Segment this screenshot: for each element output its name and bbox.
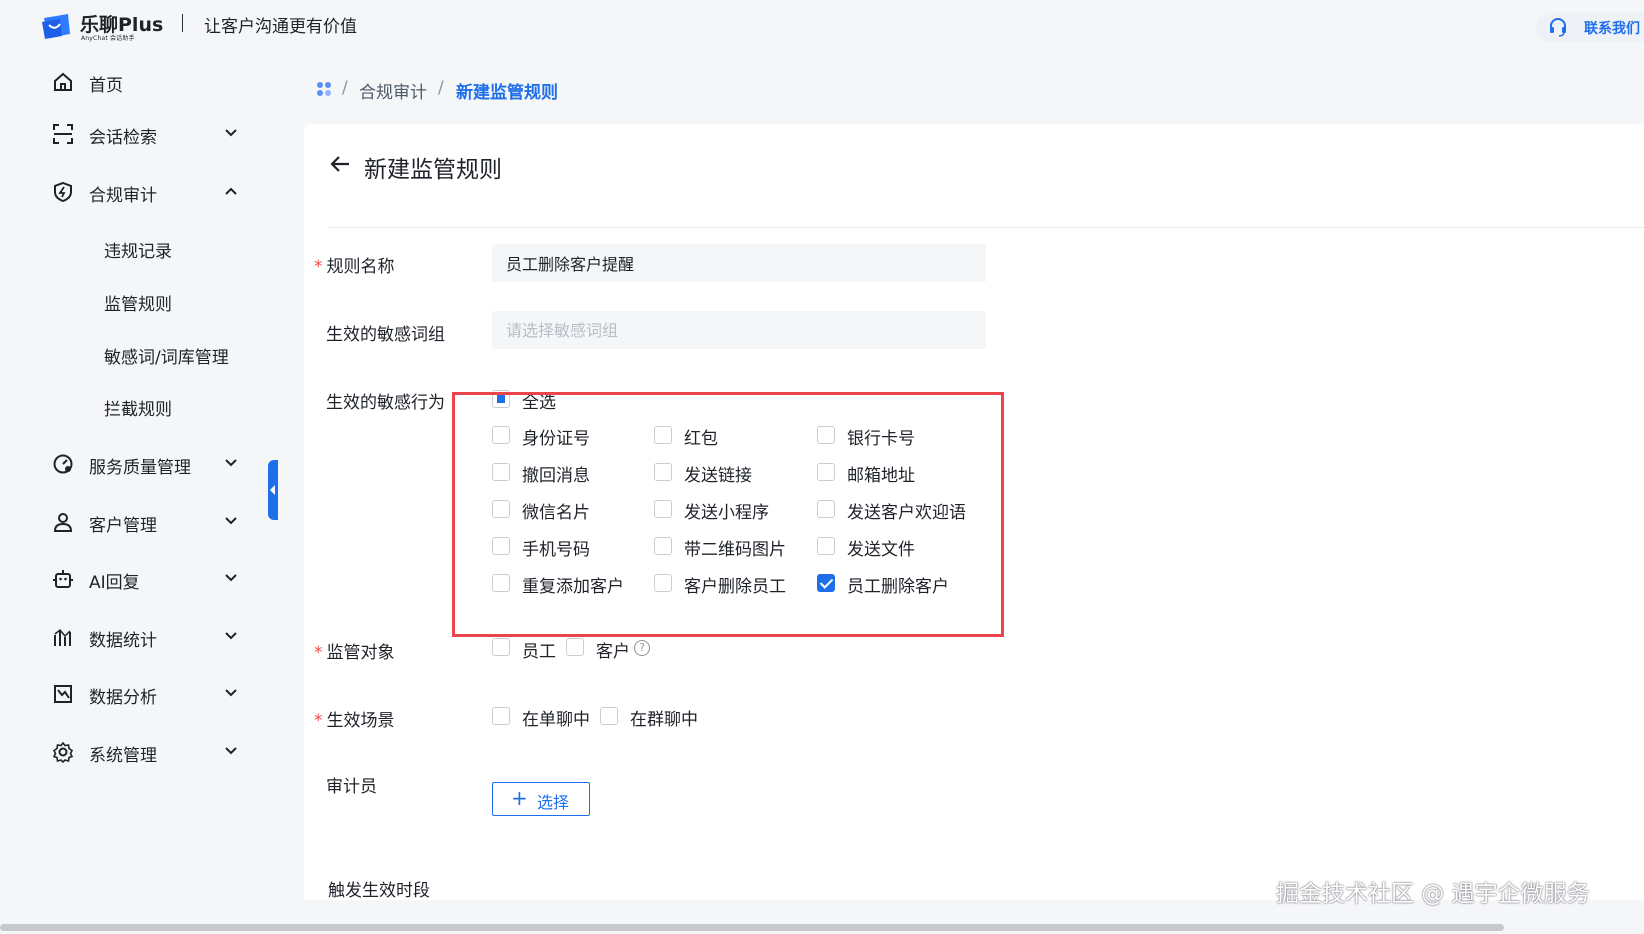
form-card: 新建监管规则 *规则名称 生效的敏感词组 生效的敏感行为 全选 身份证号 红包 …	[304, 124, 1644, 900]
slogan: 让客户沟通更有价值	[204, 17, 357, 37]
back-arrow-icon[interactable]	[328, 152, 352, 176]
chevron-down-icon	[225, 574, 237, 582]
analysis-icon	[54, 685, 72, 703]
sidebar-item-system-management[interactable]: 系统管理	[0, 732, 260, 772]
home-icon	[54, 72, 72, 91]
gauge-icon	[53, 454, 73, 474]
sidebar-item-label: 服务质量管理	[89, 458, 191, 478]
sidebar-subitem-label: 违规记录	[104, 242, 172, 262]
sidebar-item-label: AI回复	[89, 573, 140, 593]
sidebar-item-compliance-audit[interactable]: 合规审计	[0, 172, 260, 212]
chevron-down-icon	[225, 517, 237, 525]
chevron-down-icon	[225, 459, 237, 467]
sidebar-item-label: 数据分析	[89, 688, 157, 708]
scene-option-label: 在群聊中	[630, 710, 698, 730]
behaviors-label: 生效的敏感行为	[326, 393, 445, 413]
target-checkbox-customer[interactable]	[566, 638, 584, 656]
plus-icon: +	[511, 786, 528, 810]
chart-icon	[54, 628, 71, 646]
sidebar-collapse-handle[interactable]	[268, 460, 278, 520]
sidebar-item-label: 合规审计	[89, 186, 157, 206]
title-divider	[328, 227, 1644, 228]
sidebar-subitem-supervision-rules[interactable]: 监管规则	[0, 283, 260, 319]
user-icon	[53, 513, 73, 532]
chevron-down-icon	[225, 747, 237, 755]
contact-us-label: 联系我们	[1584, 21, 1640, 37]
brand-logo-icon	[42, 14, 70, 39]
trigger-period-label: 触发生效时段	[328, 881, 430, 900]
apps-grid-icon[interactable]	[316, 81, 332, 97]
sidebar-subitem-sensitive-words[interactable]: 敏感词/词库管理	[0, 336, 260, 372]
page-title: 新建监管规则	[364, 157, 502, 183]
target-option-label: 客户	[596, 642, 630, 662]
brand-divider	[182, 14, 183, 32]
sidebar-item-data-analysis[interactable]: 数据分析	[0, 674, 260, 714]
scene-label: * 生效场景	[314, 711, 395, 731]
chevron-down-icon	[225, 632, 237, 640]
sidebar-subitem-violation-records[interactable]: 违规记录	[0, 230, 260, 266]
robot-icon	[53, 570, 73, 588]
help-icon[interactable]: ?	[634, 640, 650, 656]
target-option-label: 员工	[522, 642, 556, 662]
sidebar-item-data-statistics[interactable]: 数据统计	[0, 617, 260, 657]
sidebar-item-session-search[interactable]: 会话检索	[0, 114, 260, 154]
sidebar-item-label: 客户管理	[89, 516, 157, 536]
scene-checkbox-group-chat[interactable]	[600, 707, 618, 725]
brand-subtitle: AnyChat 会话助手	[81, 35, 135, 42]
scene-option-label: 在单聊中	[522, 710, 590, 730]
sidebar-subitem-label: 拦截规则	[104, 400, 172, 420]
breadcrumb-separator: /	[342, 78, 348, 98]
rule-name-input[interactable]	[492, 244, 986, 282]
highlight-annotation-box	[452, 392, 1004, 637]
chevron-up-icon	[225, 187, 237, 195]
sidebar-item-label: 数据统计	[89, 631, 157, 651]
watermark: 掘金技术社区 @ 遇宇企微服务	[1276, 881, 1590, 907]
select-auditor-label: 选择	[537, 793, 570, 812]
breadcrumb-current: 新建监管规则	[456, 83, 558, 103]
rule-name-label: * 规则名称	[314, 257, 395, 277]
sidebar-subitem-label: 敏感词/词库管理	[104, 348, 229, 368]
sidebar-item-label: 首页	[89, 76, 123, 96]
sidebar-item-label: 会话检索	[89, 128, 157, 148]
sidebar-item-customer-management[interactable]: 客户管理	[0, 502, 260, 542]
gear-icon	[52, 741, 74, 763]
word-group-select[interactable]	[492, 311, 986, 349]
top-header: 乐聊Plus AnyChat 会话助手 让客户沟通更有价值 联系我们	[0, 0, 1644, 52]
word-group-label: 生效的敏感词组	[326, 325, 445, 345]
sidebar-subitem-label: 监管规则	[104, 295, 172, 315]
scene-checkbox-single-chat[interactable]	[492, 707, 510, 725]
chevron-down-icon	[225, 129, 237, 137]
breadcrumb-separator: /	[438, 78, 444, 98]
sidebar-item-ai-reply[interactable]: AI回复	[0, 559, 260, 599]
chevron-down-icon	[225, 689, 237, 697]
shield-icon	[54, 181, 72, 203]
breadcrumb-parent-link[interactable]: 合规审计	[359, 78, 427, 103]
target-label: * 监管对象	[314, 643, 395, 663]
sidebar-subitem-interception-rules[interactable]: 拦截规则	[0, 388, 260, 424]
select-auditor-button[interactable]: + 选择	[492, 782, 590, 816]
target-checkbox-staff[interactable]	[492, 638, 510, 656]
sidebar: 首页 会话检索 合规审计 违规记录 监管规则 敏感词/词库管理 拦截规则 服务质…	[0, 52, 270, 934]
contact-us-button[interactable]: 联系我们	[1536, 12, 1644, 42]
sidebar-item-service-quality[interactable]: 服务质量管理	[0, 444, 260, 484]
auditor-label: 审计员	[326, 777, 377, 797]
sidebar-item-label: 系统管理	[89, 746, 157, 766]
scan-icon	[53, 124, 73, 144]
horizontal-scrollbar[interactable]	[0, 924, 1504, 931]
sidebar-item-home[interactable]: 首页	[0, 62, 260, 102]
headset-icon	[1550, 18, 1566, 37]
